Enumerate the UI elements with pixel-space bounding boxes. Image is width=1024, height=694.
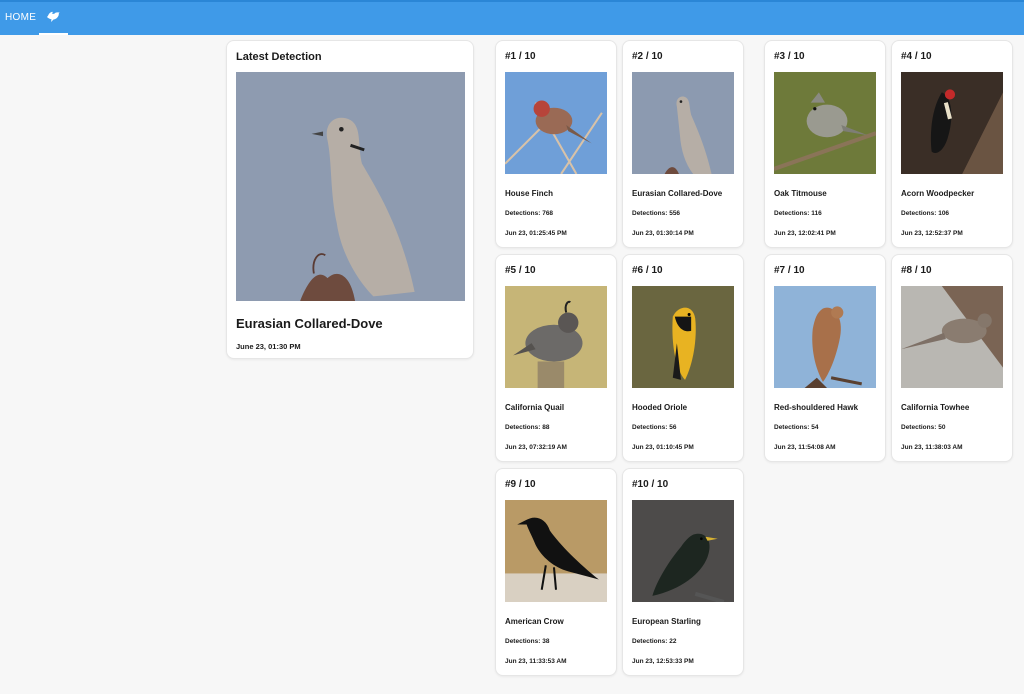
bird-name: Oak Titmouse (774, 189, 827, 198)
bird-name: Red-shouldered Hawk (774, 403, 859, 412)
bird-detections: Detections: 116 (774, 210, 822, 217)
bird-detections: Detections: 22 (632, 638, 677, 645)
bird-photo (774, 72, 876, 174)
bird-name: House Finch (505, 189, 554, 198)
bird-card[interactable]: #3 / 10 Oak Titmouse Detections: 116 Jun… (764, 40, 886, 248)
bird-icon (47, 11, 60, 22)
bird-rank: #5 / 10 (505, 265, 536, 276)
active-tab-indicator (39, 33, 68, 35)
bird-detections: Detections: 54 (774, 424, 819, 431)
bird-photo (901, 286, 1003, 388)
bird-photo (632, 500, 734, 602)
bird-photo (632, 286, 734, 388)
latest-detection-card[interactable]: Latest Detection Eurasian Collared-Dove … (226, 40, 474, 359)
bird-last-seen: Jun 23, 01:25:45 PM (505, 230, 567, 237)
latest-detection-title: Latest Detection (236, 51, 322, 63)
bird-last-seen: Jun 23, 12:52:37 PM (901, 230, 963, 237)
bird-last-seen: Jun 23, 07:32:19 AM (505, 444, 567, 451)
top-nav-bar: HOME (0, 0, 1024, 35)
bird-detections: Detections: 556 (632, 210, 681, 217)
bird-card[interactable]: #9 / 10 American Crow Detections: 38 Jun… (495, 468, 617, 676)
bird-name: California Towhee (901, 403, 970, 412)
bird-rank: #3 / 10 (774, 51, 805, 62)
bird-photo (505, 500, 607, 602)
bird-name: American Crow (505, 617, 564, 626)
latest-detection-species: Eurasian Collared-Dove (236, 316, 383, 331)
bird-last-seen: Jun 23, 11:54:08 AM (774, 444, 836, 451)
home-link[interactable]: HOME (5, 12, 36, 23)
bird-photo (901, 72, 1003, 174)
bird-photo (632, 72, 734, 174)
bird-last-seen: Jun 23, 01:30:14 PM (632, 230, 694, 237)
bird-detections: Detections: 106 (901, 210, 950, 217)
bird-card[interactable]: #6 / 10 Hooded Oriole Detections: 56 Jun… (622, 254, 744, 462)
latest-detection-photo (236, 72, 465, 301)
bird-photo (774, 286, 876, 388)
bird-photo (505, 286, 607, 388)
bird-card[interactable]: #8 / 10 California Towhee Detections: 50… (891, 254, 1013, 462)
bird-name: Hooded Oriole (632, 403, 688, 412)
bird-detections: Detections: 768 (505, 210, 554, 217)
bird-rank: #8 / 10 (901, 265, 932, 276)
bird-last-seen: Jun 23, 01:10:45 PM (632, 444, 694, 451)
bird-detections: Detections: 56 (632, 424, 677, 431)
bird-card[interactable]: #4 / 10 Acorn Woodpecker Detections: 106… (891, 40, 1013, 248)
bird-detections: Detections: 50 (901, 424, 946, 431)
bird-card[interactable]: #5 / 10 California Quail Detections: 88 … (495, 254, 617, 462)
bird-name: Eurasian Collared-Dove (632, 189, 723, 198)
bird-rank: #2 / 10 (632, 51, 663, 62)
bird-name: European Starling (632, 617, 701, 626)
bird-card[interactable]: #1 / 10 House Finch Detections: 768 Jun … (495, 40, 617, 248)
bird-rank: #4 / 10 (901, 51, 932, 62)
latest-detection-time: June 23, 01:30 PM (236, 342, 301, 351)
bird-rank: #10 / 10 (632, 479, 669, 490)
bird-detections: Detections: 38 (505, 638, 550, 645)
bird-rank: #7 / 10 (774, 265, 805, 276)
bird-rank: #6 / 10 (632, 265, 663, 276)
bird-card[interactable]: #7 / 10 Red-shouldered Hawk Detections: … (764, 254, 886, 462)
bird-name: California Quail (505, 403, 565, 412)
bird-last-seen: Jun 23, 12:02:41 PM (774, 230, 836, 237)
bird-rank: #9 / 10 (505, 479, 536, 490)
bird-name: Acorn Woodpecker (901, 189, 975, 198)
bird-card[interactable]: #2 / 10 Eurasian Collared-Dove Detection… (622, 40, 744, 248)
bird-last-seen: Jun 23, 11:33:53 AM (505, 658, 567, 665)
bird-rank: #1 / 10 (505, 51, 536, 62)
bird-last-seen: Jun 23, 11:38:03 AM (901, 444, 963, 451)
bird-detections: Detections: 88 (505, 424, 550, 431)
bird-card[interactable]: #10 / 10 European Starling Detections: 2… (622, 468, 744, 676)
bird-last-seen: Jun 23, 12:53:33 PM (632, 658, 694, 665)
bird-nav-tab[interactable] (39, 2, 68, 35)
bird-photo (505, 72, 607, 174)
